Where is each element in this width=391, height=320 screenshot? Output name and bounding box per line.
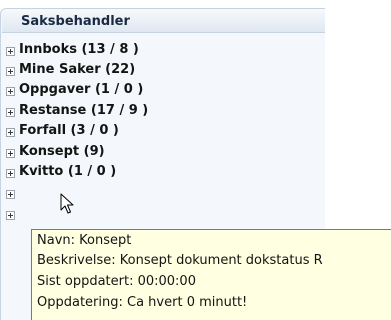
expand-icon[interactable]	[6, 108, 15, 117]
tree-item-konsept[interactable]: Konsept (9)	[0, 143, 320, 163]
tree-item-hidden[interactable]	[0, 205, 320, 225]
tooltip: Navn: Konsept Beskrivelse: Konsept dokum…	[31, 229, 391, 320]
tree-item-label[interactable]: Oppgaver (1 / 0 )	[19, 82, 143, 97]
expand-icon[interactable]	[6, 211, 15, 220]
tree-item-label[interactable]: Restanse (17 / 9 )	[19, 103, 148, 118]
expand-icon[interactable]	[6, 47, 15, 56]
tooltip-description: Beskrivelse: Konsept dokument dokstatus …	[37, 253, 323, 268]
tree-item-hidden[interactable]	[0, 184, 320, 204]
tree-item-mine-saker[interactable]: Mine Saker (22)	[0, 61, 320, 81]
expand-icon[interactable]	[6, 67, 15, 76]
tooltip-name: Navn: Konsept	[37, 233, 132, 248]
tree-item-forfall[interactable]: Forfall (3 / 0 )	[0, 122, 320, 142]
expand-icon[interactable]	[6, 128, 15, 137]
expand-icon[interactable]	[6, 190, 15, 199]
tree-item-kvitto[interactable]: Kvitto (1 / 0 )	[0, 163, 320, 183]
panel-header: Saksbehandler	[2, 10, 325, 33]
tree-item-label[interactable]: Innboks (13 / 8 )	[19, 42, 139, 57]
tooltip-last-updated: Sist oppdatert: 00:00:00	[37, 274, 196, 289]
expand-icon[interactable]	[6, 87, 15, 96]
tree-item-label[interactable]: Konsept (9)	[19, 144, 105, 159]
tree-item-label[interactable]: Forfall (3 / 0 )	[19, 123, 119, 138]
panel-title: Saksbehandler	[21, 14, 130, 29]
tree-item-innboks[interactable]: Innboks (13 / 8 )	[0, 41, 320, 61]
expand-icon[interactable]	[6, 149, 15, 158]
tree-item-restanse[interactable]: Restanse (17 / 9 )	[0, 102, 320, 122]
tree-item-oppgaver[interactable]: Oppgaver (1 / 0 )	[0, 81, 320, 101]
tooltip-update-interval: Oppdatering: Ca hvert 0 minutt!	[37, 295, 248, 310]
expand-icon[interactable]	[6, 169, 15, 178]
tree-item-label[interactable]: Kvitto (1 / 0 )	[19, 164, 116, 179]
mouse-pointer-icon	[60, 193, 74, 214]
tree-item-label[interactable]: Mine Saker (22)	[19, 62, 135, 77]
